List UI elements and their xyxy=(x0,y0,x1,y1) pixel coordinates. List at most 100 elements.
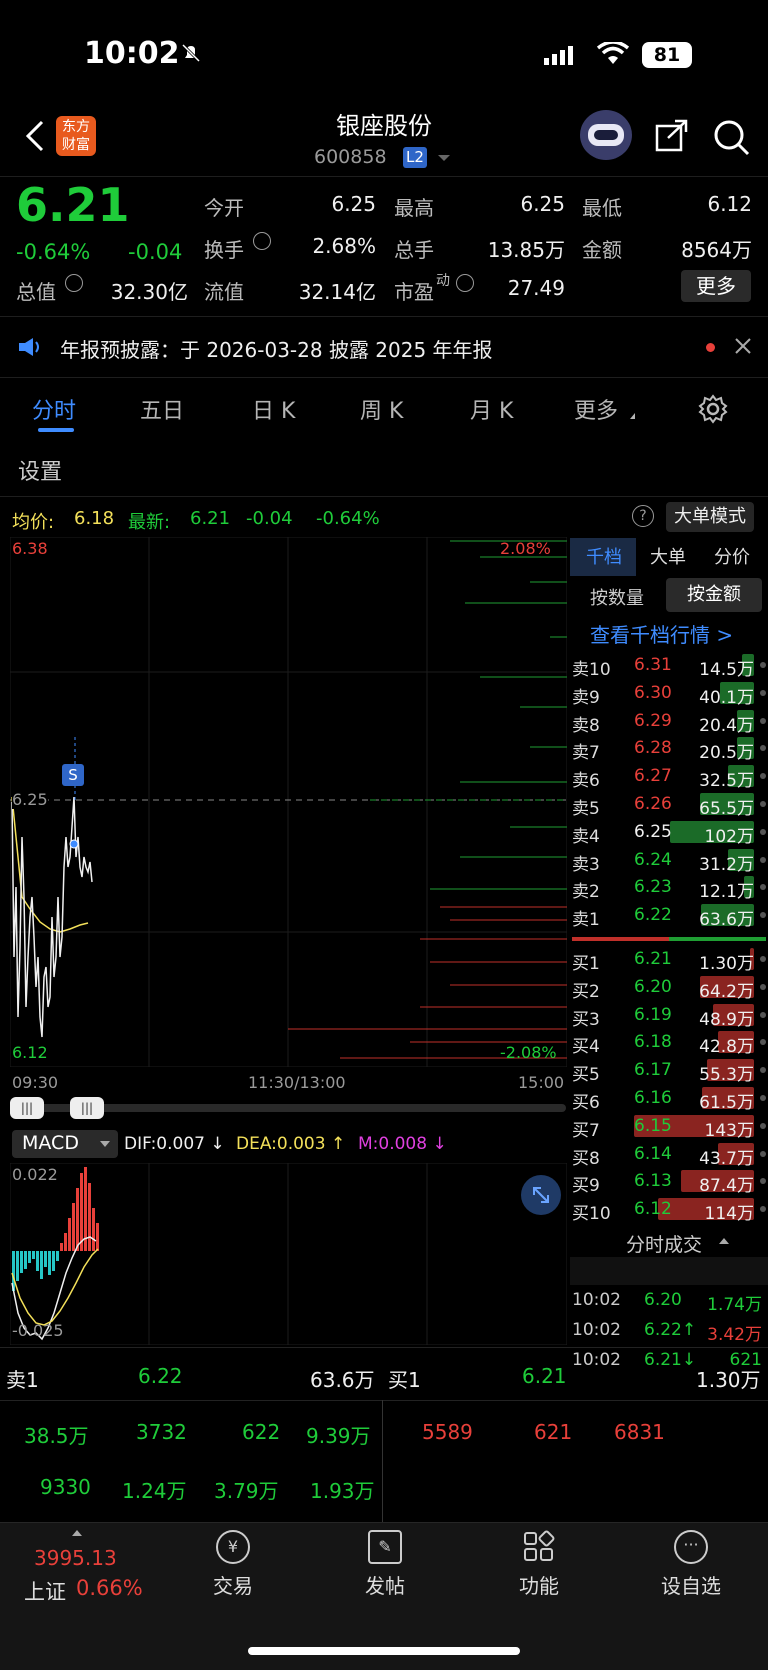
bottom-buy-price: 6.21 xyxy=(522,1364,567,1388)
ask-level-volume: 102万 xyxy=(704,826,754,847)
bid-level-price: 6.15 xyxy=(634,1115,672,1136)
nav-post-label: 发帖 xyxy=(365,1574,405,1598)
nav-functions[interactable]: 功能 xyxy=(484,1530,594,1599)
index-name[interactable]: 上证 xyxy=(24,1576,66,1606)
side-tab-big-order[interactable]: 大单 xyxy=(650,543,686,569)
bid-level-row[interactable]: 买1 6.21 1.30万 xyxy=(572,946,768,974)
side-tab-price-dist[interactable]: 分价 xyxy=(714,543,750,569)
index-expand-caret-icon[interactable] xyxy=(72,1530,82,1536)
nav-trade[interactable]: ¥ 交易 xyxy=(178,1530,288,1599)
ask-level-row[interactable]: 卖3 6.24 31.2万 xyxy=(572,847,768,875)
bid-level-dot xyxy=(760,1150,766,1157)
bid-level-volume: 1.30万 xyxy=(699,954,754,974)
tab-more-caret-icon xyxy=(630,413,635,419)
search-icon[interactable] xyxy=(712,118,752,162)
view-qiandang-link[interactable]: 查看千档行情 > xyxy=(590,619,733,648)
ask-level-row[interactable]: 卖4 6.25 102万 xyxy=(572,819,768,847)
low-value: 6.12 xyxy=(707,192,752,216)
bid-level-row[interactable]: 买8 6.14 43.7万 xyxy=(572,1141,768,1169)
bid-level-row[interactable]: 买2 6.20 64.2万 xyxy=(572,974,768,1002)
nav-trade-label: 交易 xyxy=(213,1574,253,1598)
ask-level-row[interactable]: 卖10 6.31 14.5万 xyxy=(572,652,768,680)
ask-level-row[interactable]: 卖5 6.26 65.5万 xyxy=(572,791,768,819)
volume-value: 13.85万 xyxy=(487,238,565,262)
settings-label[interactable]: 设置 xyxy=(18,454,62,486)
bid-level-label: 买3 xyxy=(572,1009,600,1030)
ask-level-row[interactable]: 卖8 6.29 20.4万 xyxy=(572,708,768,736)
bottom-divider-top xyxy=(0,1347,768,1348)
index-value[interactable]: 3995.13 xyxy=(34,1546,117,1570)
bid-level-price: 6.19 xyxy=(634,1004,672,1025)
settings-gear-icon[interactable] xyxy=(698,394,728,428)
bid-level-dot xyxy=(760,983,766,990)
s-marker-badge[interactable]: S xyxy=(62,764,84,786)
stock-code: 600858 xyxy=(314,146,387,168)
bid-level-row[interactable]: 买3 6.19 48.9万 xyxy=(572,1002,768,1030)
bid-level-row[interactable]: 买5 6.17 55.3万 xyxy=(572,1057,768,1085)
ask-level-row[interactable]: 卖1 6.22 63.6万 xyxy=(572,902,768,930)
tab-intraday[interactable]: 分时 xyxy=(32,393,76,425)
level2-badge[interactable]: L2 xyxy=(403,147,427,168)
macd-caret-icon xyxy=(100,1141,110,1147)
bid-level-row[interactable]: 买9 6.13 87.4万 xyxy=(572,1168,768,1197)
ask-level-row[interactable]: 卖7 6.28 20.5万 xyxy=(572,735,768,763)
toggle-by-quantity[interactable]: 按数量 xyxy=(590,584,644,610)
ask-level-row[interactable]: 卖2 6.23 12.1万 xyxy=(572,874,768,903)
ask-level-row[interactable]: 卖9 6.30 40.1万 xyxy=(572,680,768,708)
toggle-by-amount[interactable]: 按金额 xyxy=(666,578,762,612)
ask-level-volume: 20.4万 xyxy=(699,715,754,736)
more-button[interactable]: 更多 xyxy=(681,270,751,302)
side-tab-qiandang-label[interactable]: 千档 xyxy=(586,543,622,569)
high-value: 6.25 xyxy=(520,192,565,216)
ask-level-row[interactable]: 卖6 6.27 32.5万 xyxy=(572,763,768,792)
nav-post[interactable]: ✎ 发帖 xyxy=(330,1530,440,1599)
nav-add-watchlist[interactable]: ··· 设自选 xyxy=(636,1530,746,1599)
mktcap-value: 32.30亿 xyxy=(110,280,188,304)
macd-chart[interactable]: 0.022 -0.025 xyxy=(10,1163,567,1345)
open-label: 今开 xyxy=(204,196,244,220)
bid-level-volume: 48.9万 xyxy=(699,1009,754,1030)
robot-assistant-icon[interactable] xyxy=(580,110,632,160)
intraday-chart[interactable]: S 6.38 6.25 6.12 2.08% -2.08% xyxy=(10,537,567,1067)
tab-weekly-k[interactable]: 周 K xyxy=(360,393,403,425)
tab-daily-k[interactable]: 日 K xyxy=(252,393,295,425)
ask-level-price: 6.28 xyxy=(634,738,672,759)
ask-level-dot xyxy=(760,689,766,696)
big-order-mode-button[interactable]: 大单模式 xyxy=(666,502,754,532)
bid-level-row[interactable]: 买7 6.15 143万 xyxy=(572,1113,768,1141)
ask-level-label: 卖6 xyxy=(572,771,600,792)
dropdown-caret-icon[interactable] xyxy=(438,155,450,161)
sell-detail-cell: 9.39万 xyxy=(306,1424,371,1448)
index-pct[interactable]: 0.66% xyxy=(76,1576,143,1600)
range-slider-handle-right[interactable]: ||| xyxy=(70,1097,104,1119)
range-slider-handle-left[interactable]: ||| xyxy=(10,1097,44,1119)
trade-row: 10:02 6.20 1.74万 xyxy=(572,1290,768,1318)
tab-more[interactable]: 更多 xyxy=(574,393,618,425)
macd-selector[interactable]: MACD xyxy=(12,1130,118,1158)
ask-level-label: 卖5 xyxy=(572,799,600,819)
info-circle-icon[interactable] xyxy=(65,274,83,292)
info-circle-icon[interactable] xyxy=(253,232,271,250)
close-icon[interactable] xyxy=(734,337,752,359)
bid-level-row[interactable]: 买4 6.18 42.8万 xyxy=(572,1029,768,1057)
axis-bottom-price: 6.12 xyxy=(12,1043,48,1062)
ask-level-price: 6.30 xyxy=(634,682,672,703)
help-icon[interactable]: ? xyxy=(632,505,654,527)
ask-level-dot xyxy=(760,912,766,919)
tab-five-day[interactable]: 五日 xyxy=(140,393,184,425)
ask-level-volume: 12.1万 xyxy=(699,882,754,903)
bid-level-row[interactable]: 买10 6.12 114万 xyxy=(572,1196,768,1224)
notice-bar[interactable]: 年报预披露：于 2026-03-28 披露 2025 年年报 xyxy=(0,316,768,378)
info-circle-icon[interactable] xyxy=(456,274,474,292)
trade-time: 10:02 xyxy=(572,1320,621,1340)
sell-detail-cell: 1.24万 xyxy=(122,1479,187,1503)
bid-level-row[interactable]: 买6 6.16 61.5万 xyxy=(572,1085,768,1113)
bid-level-volume: 87.4万 xyxy=(699,1176,754,1197)
axis-bottom-pct: -2.08% xyxy=(500,1043,557,1062)
trades-header[interactable] xyxy=(570,1257,768,1285)
trades-title[interactable]: 分时成交 xyxy=(626,1230,702,1257)
depth-lines-green xyxy=(370,540,567,890)
tab-monthly-k[interactable]: 月 K xyxy=(470,393,513,425)
fullscreen-expand-icon[interactable] xyxy=(521,1175,561,1215)
share-icon[interactable] xyxy=(654,118,690,158)
